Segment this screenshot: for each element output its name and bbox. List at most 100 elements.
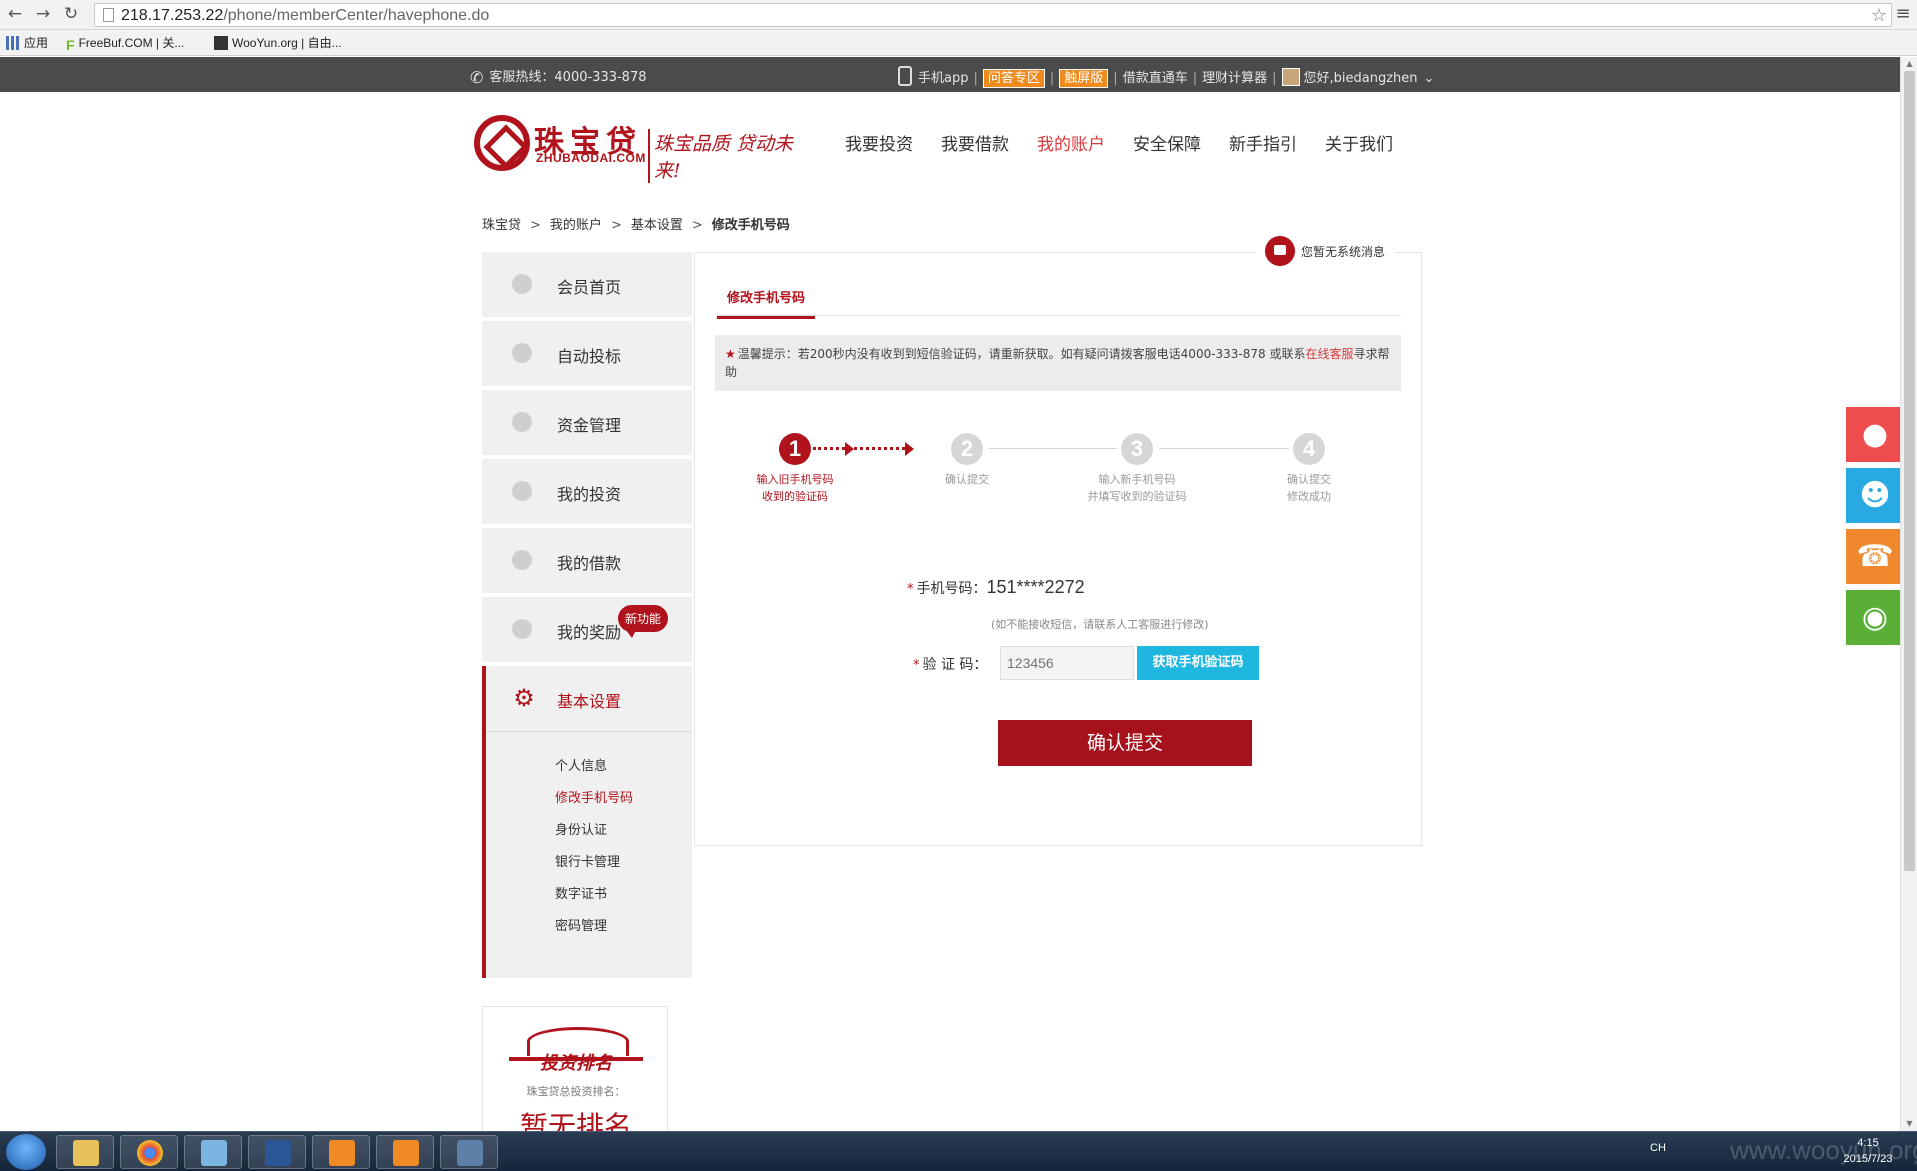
progress-steps: 1 输入旧手机号码 收到的验证码 2 确认提交 3 输入新手机号码 并填写收到的验证…: [695, 433, 1423, 513]
breadcrumb-home[interactable]: 珠宝贷: [482, 218, 521, 233]
sub-item-change-phone[interactable]: 修改手机号码: [555, 791, 633, 823]
get-code-button[interactable]: 获取手机验证码: [1137, 646, 1259, 680]
taskbar-app-3[interactable]: [184, 1135, 242, 1169]
nav-about-us[interactable]: 关于我们: [1325, 135, 1393, 155]
bookmark-star-icon[interactable]: ☆: [1871, 5, 1887, 26]
sub-item-bank-card[interactable]: 银行卡管理: [555, 855, 633, 887]
browser-menu-icon[interactable]: ≡: [1893, 3, 1913, 25]
step-connector-2: [989, 448, 1117, 449]
tip-box: ★ 温馨提示：若200秒内没有收到到短信验证码，请重新获取。如有疑问请拨客服电话4…: [715, 335, 1401, 391]
nav-borrow[interactable]: 我要借款: [941, 135, 1009, 155]
bookmark-apps[interactable]: 应用: [6, 34, 48, 52]
taskbar-app-5[interactable]: [312, 1135, 370, 1169]
bookmark-wooyun[interactable]: WooYun.org | 自由...: [214, 34, 342, 52]
wechat-icon: ◉: [1861, 600, 1889, 635]
nav-beginner-guide[interactable]: 新手指引: [1229, 135, 1297, 155]
step-4-label: 确认提交 修改成功: [1287, 473, 1331, 503]
breadcrumb: 珠宝贷 > 我的账户 > 基本设置 > 修改手机号码: [482, 218, 790, 233]
chevron-down-icon[interactable]: ⌄: [1424, 71, 1435, 86]
settings-sub-list: 个人信息 修改手机号码 身份认证 银行卡管理 数字证书 密码管理: [555, 759, 633, 951]
step-3-number: 3: [1121, 433, 1153, 465]
freebuf-icon: F: [66, 37, 75, 53]
phone-row: * 手机号码：151****2272: [907, 577, 1085, 597]
step-1-number: 1: [779, 433, 811, 465]
document-icon: [512, 550, 532, 570]
url-text: 218.17.253.22/phone/memberCenter/havepho…: [121, 7, 490, 24]
star-icon: ★: [725, 347, 736, 361]
topbar-touch-link[interactable]: 触屏版: [1059, 69, 1109, 88]
topbar-calculator-link[interactable]: 理财计算器: [1202, 71, 1267, 86]
taskbar-explorer[interactable]: [56, 1135, 114, 1169]
step-connector-3: [1159, 448, 1289, 449]
page-scrollbar[interactable]: ▲ ▼: [1900, 57, 1917, 1131]
step-arrow-icon: [905, 442, 914, 456]
site-logo[interactable]: 珠宝贷 ZHUBAODAI.COM 珠宝品质 贷动未来!: [474, 111, 814, 183]
confirm-submit-button[interactable]: 确认提交: [998, 720, 1252, 766]
topbar-loan-train-link[interactable]: 借款直通车: [1123, 71, 1188, 86]
sidebar-item-member-home[interactable]: 会员首页: [482, 252, 692, 317]
nav-invest[interactable]: 我要投资: [845, 135, 913, 155]
tool-icon: [457, 1140, 483, 1166]
scroll-thumb[interactable]: [1904, 71, 1915, 871]
notepad-icon: [201, 1140, 227, 1166]
chrome-icon: [137, 1140, 163, 1166]
sidebar-item-my-rewards[interactable]: 我的奖励 新功能: [482, 597, 692, 662]
rank-title: 投资排名: [540, 1053, 612, 1074]
gear-icon: ⚙: [513, 684, 535, 712]
sub-item-identity[interactable]: 身份认证: [555, 823, 633, 855]
sidebar-item-funds[interactable]: 资金管理: [482, 390, 692, 455]
taskbar-app-7[interactable]: [440, 1135, 498, 1169]
sidebar-item-my-loans[interactable]: 我的借款: [482, 528, 692, 593]
topbar-qa-link[interactable]: 问答专区: [982, 69, 1045, 88]
reload-icon[interactable]: ↻: [60, 3, 82, 25]
taskbar-app-6[interactable]: [376, 1135, 434, 1169]
sidebar-section-basic-settings: ⚙ 基本设置 个人信息 修改手机号码 身份认证 银行卡管理 数字证书 密码管理: [482, 666, 692, 978]
code-row: * 验 证 码：: [913, 657, 988, 673]
phone-service-button[interactable]: ☎: [1846, 529, 1904, 584]
telephone-icon: ✆: [470, 68, 484, 87]
scroll-up-icon[interactable]: ▲: [1904, 59, 1915, 69]
sidebar-item-basic-settings[interactable]: ⚙ 基本设置: [486, 666, 692, 732]
back-arrow-icon[interactable]: ←: [4, 3, 26, 25]
step-2-label: 确认提交: [945, 473, 989, 486]
windows-start-icon[interactable]: [6, 1134, 46, 1170]
layers-icon: [512, 619, 532, 639]
qq-service-button[interactable]: ●: [1846, 407, 1904, 462]
nav-my-account[interactable]: 我的账户: [1037, 135, 1105, 155]
sub-item-digital-cert[interactable]: 数字证书: [555, 887, 633, 919]
wooyun-icon: [214, 36, 228, 50]
nav-security[interactable]: 安全保障: [1133, 135, 1201, 155]
topbar-app-link[interactable]: 手机app: [918, 71, 968, 86]
forward-arrow-icon[interactable]: →: [32, 3, 54, 25]
breadcrumb-settings[interactable]: 基本设置: [631, 218, 683, 233]
page-icon: [103, 8, 114, 22]
burp-icon: [329, 1140, 355, 1166]
scroll-down-icon[interactable]: ▼: [1904, 1119, 1915, 1129]
verification-code-input[interactable]: [1000, 646, 1134, 680]
main-nav: 我要投资 我要借款 我的账户 安全保障 新手指引 关于我们: [845, 130, 1421, 155]
sub-item-password[interactable]: 密码管理: [555, 919, 633, 951]
taskbar-chrome[interactable]: [120, 1135, 178, 1169]
system-message[interactable]: 您暂无系统消息: [1255, 236, 1396, 266]
apps-grid-icon: [6, 36, 20, 50]
step-1-label: 输入旧手机号码 收到的验证码: [756, 473, 834, 503]
online-service-link[interactable]: 在线客服: [1306, 347, 1354, 361]
watermark: www.wooyun.org: [1730, 1135, 1917, 1165]
sub-item-personal-info[interactable]: 个人信息: [555, 759, 633, 791]
bar-chart-icon: [512, 412, 532, 432]
bookmarks-bar: 应用 F FreeBuf.COM | 关... WooYun.org | 自由..…: [0, 30, 1917, 56]
input-method-indicator[interactable]: CH: [1650, 1142, 1666, 1154]
breadcrumb-current: 修改手机号码: [711, 218, 790, 233]
phone-handset-icon: ☎: [1856, 539, 1894, 574]
customer-service-button[interactable]: ☻: [1846, 468, 1904, 523]
sidebar-item-auto-bid[interactable]: 自动投标: [482, 321, 692, 386]
message-bubble-icon: [1265, 236, 1295, 266]
taskbar-word[interactable]: [248, 1135, 306, 1169]
word-icon: [265, 1140, 291, 1166]
wechat-service-button[interactable]: ◉: [1846, 590, 1904, 645]
breadcrumb-account[interactable]: 我的账户: [550, 218, 602, 233]
address-bar[interactable]: 218.17.253.22/phone/memberCenter/havepho…: [94, 3, 1892, 27]
sidebar-item-my-investment[interactable]: 我的投资: [482, 459, 692, 524]
user-greeting[interactable]: 您好,biedangzhen: [1304, 71, 1418, 86]
bookmark-freebuf[interactable]: F FreeBuf.COM | 关...: [66, 34, 184, 53]
